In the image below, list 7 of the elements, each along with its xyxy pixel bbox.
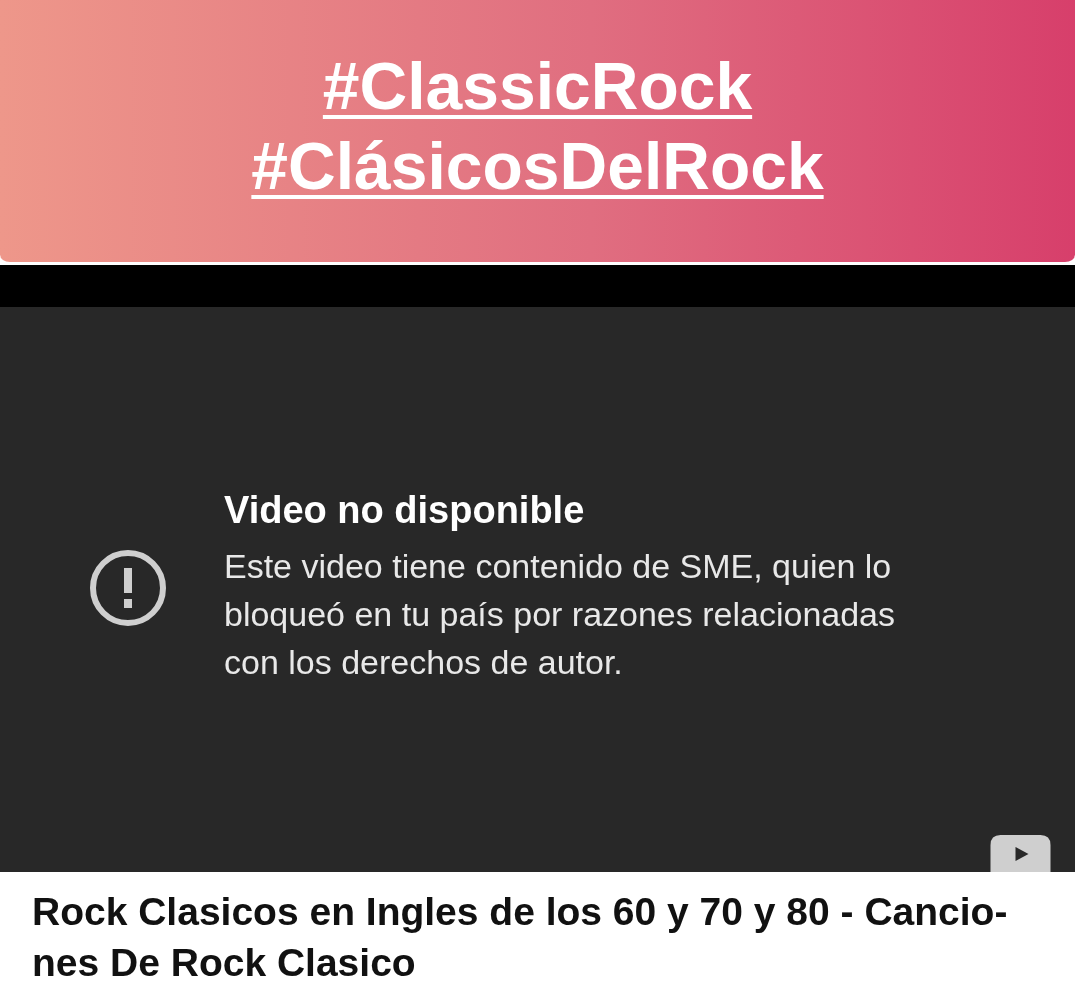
- error-title: Video no disponible: [224, 489, 586, 532]
- alert-icon: [88, 547, 168, 628]
- error-message: Este video tiene contenido de SME, quien lo bloqueó en tu país por razones relacionadas con los derechos de autor.: [224, 546, 897, 683]
- hashtag-link[interactable]: #ClassicRock: [322, 55, 753, 117]
- hashtag-link[interactable]: #ClásicosDelRock: [251, 135, 824, 197]
- video-title: Rock Clasicos en Ingles de los 60 y 70 y 80 - Cancio- nes De Rock Clasico: [31, 889, 1009, 986]
- play-logo-icon[interactable]: [990, 835, 1051, 872]
